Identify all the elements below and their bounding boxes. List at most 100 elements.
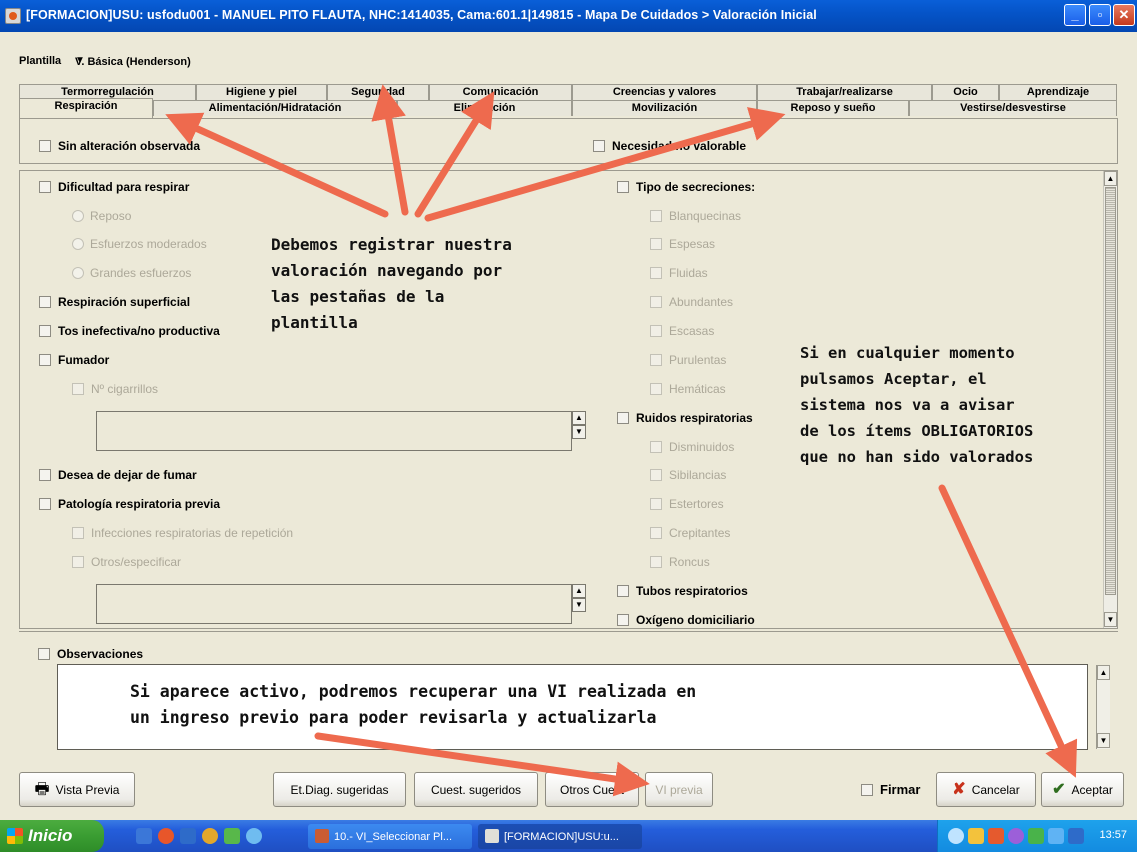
fluidas-checkbox[interactable]: Fluidas [650,266,708,280]
firmar-checkbox[interactable]: Firmar [861,782,920,797]
checkbox-box[interactable] [617,181,629,193]
checkbox-box[interactable] [38,648,50,660]
network-icon[interactable] [948,828,964,844]
firefox-icon[interactable] [158,828,174,844]
tab-seguridad[interactable]: Seguridad [327,84,429,100]
dificultad-respirar-checkbox[interactable]: Dificultad para respirar [39,180,189,194]
cigarrillos-textarea[interactable] [96,411,572,451]
disminuidos-checkbox[interactable]: Disminuidos [650,440,734,454]
otros-especificar-checkbox[interactable]: Otros/especificar [72,555,181,569]
otros-cuest-button[interactable]: Otros Cuest [545,772,639,807]
aceptar-button[interactable]: ✔ Aceptar [1041,772,1124,807]
tab-comunicacion[interactable]: Comunicación [429,84,572,100]
checkbox-box[interactable] [39,181,51,193]
checkbox-box[interactable] [39,498,51,510]
cuest-sugeridos-button[interactable]: Cuest. sugeridos [414,772,538,807]
scroll-thumb[interactable] [1105,187,1116,595]
oxigeno-domiciliario-checkbox[interactable]: Oxígeno domiciliario [617,613,755,627]
escasas-checkbox[interactable]: Escasas [650,324,714,338]
sin-alteracion-checkbox[interactable]: Sin alteración observada [39,139,200,153]
tray-app-icon[interactable] [1008,828,1024,844]
quicklaunch-icon[interactable] [136,828,152,844]
tray-app-icon[interactable] [968,828,984,844]
ie-icon[interactable] [246,828,262,844]
radio-circle[interactable] [72,210,84,222]
maximize-button[interactable]: ▫ [1089,4,1111,26]
scroll-up-icon[interactable]: ▲ [572,584,586,598]
checkbox-box[interactable] [39,140,51,152]
checkbox-box[interactable] [650,527,662,539]
checkbox-box[interactable] [39,469,51,481]
otros-scroll[interactable]: ▲ ▼ [572,584,586,612]
checkbox-box[interactable] [650,210,662,222]
checkbox-box[interactable] [650,556,662,568]
checkbox-box[interactable] [650,267,662,279]
chevron-down-icon[interactable]: ▼ [75,55,1121,66]
scroll-down-icon[interactable]: ▼ [1097,733,1110,748]
tab-alimentacion-hidratacion[interactable]: Alimentación/Hidratación [153,100,397,116]
necesidad-no-valorable-checkbox[interactable]: Necesidad no valorable [593,139,746,153]
roncus-checkbox[interactable]: Roncus [650,555,710,569]
form-scrollbar[interactable]: ▲ ▼ [1103,171,1117,628]
tab-higiene-piel[interactable]: Higiene y piel [196,84,327,100]
vnc-icon[interactable] [180,828,196,844]
patologia-previa-checkbox[interactable]: Patología respiratoria previa [39,497,220,511]
tray-app-icon[interactable] [1028,828,1044,844]
otros-textarea[interactable] [96,584,572,624]
observaciones-checkbox[interactable]: Observaciones [38,647,143,661]
tab-movilizacion[interactable]: Movilización [572,100,757,116]
checkbox-box[interactable] [593,140,605,152]
radio-circle[interactable] [72,267,84,279]
minimize-button[interactable]: _ [1064,4,1086,26]
observaciones-scrollbar[interactable]: ▲ ▼ [1096,665,1110,749]
et-diag-sugeridas-button[interactable]: Et.Diag. sugeridas [273,772,406,807]
scroll-down-icon[interactable]: ▼ [1104,612,1117,627]
scroll-down-icon[interactable]: ▼ [572,425,586,439]
sibilancias-checkbox[interactable]: Sibilancias [650,468,726,482]
infecciones-checkbox[interactable]: Infecciones respiratorias de repetición [72,526,293,540]
respiracion-superficial-checkbox[interactable]: Respiración superficial [39,295,190,309]
taskbar-item-app[interactable]: [FORMACION]USU:u... [478,824,642,849]
checkbox-box[interactable] [650,238,662,250]
scroll-down-icon[interactable]: ▼ [572,598,586,612]
abundantes-checkbox[interactable]: Abundantes [650,295,733,309]
checkbox-box[interactable] [650,383,662,395]
app-icon[interactable] [202,828,218,844]
blanquecinas-checkbox[interactable]: Blanquecinas [650,209,741,223]
checkbox-box[interactable] [39,354,51,366]
radio-circle[interactable] [72,238,84,250]
checkbox-box[interactable] [72,527,84,539]
checkbox-box[interactable] [650,498,662,510]
ruidos-respiratorios-checkbox[interactable]: Ruidos respiratorias [617,411,753,425]
checkbox-box[interactable] [617,585,629,597]
checkbox-box[interactable] [39,296,51,308]
close-button[interactable]: ✕ [1113,4,1135,26]
checkbox-box[interactable] [861,783,873,796]
checkbox-box[interactable] [650,354,662,366]
dejar-fumar-checkbox[interactable]: Desea de dejar de fumar [39,468,197,482]
checkbox-box[interactable] [72,556,84,568]
tab-ocio[interactable]: Ocio [932,84,999,100]
tubos-respiratorios-checkbox[interactable]: Tubos respiratorios [617,584,748,598]
checkbox-box[interactable] [39,325,51,337]
checkbox-box[interactable] [650,441,662,453]
vi-previa-button[interactable]: VI previa [645,772,713,807]
radio-esfuerzos-moderados[interactable]: Esfuerzos moderados [72,237,207,251]
espesas-checkbox[interactable]: Espesas [650,237,715,251]
hematicas-checkbox[interactable]: Hemáticas [650,382,726,396]
vista-previa-button[interactable]: 🖶 Vista Previa [19,772,135,807]
checkbox-box[interactable] [650,296,662,308]
scroll-up-icon[interactable]: ▲ [572,411,586,425]
tab-vestirse-desvestirse[interactable]: Vestirse/desvestirse [909,100,1117,116]
radio-reposo[interactable]: Reposo [72,209,131,223]
checkbox-box[interactable] [617,614,629,626]
tab-aprendizaje[interactable]: Aprendizaje [999,84,1117,100]
vnc-icon[interactable] [1068,828,1084,844]
checkbox-box[interactable] [650,325,662,337]
scroll-up-icon[interactable]: ▲ [1097,665,1110,680]
tab-creencias-valores[interactable]: Creencias y valores [572,84,757,100]
cigarrillos-checkbox[interactable]: Nº cigarrillos [72,382,158,396]
tipo-secreciones-checkbox[interactable]: Tipo de secreciones: [617,180,755,194]
radio-grandes-esfuerzos[interactable]: Grandes esfuerzos [72,266,191,280]
checkbox-box[interactable] [617,412,629,424]
